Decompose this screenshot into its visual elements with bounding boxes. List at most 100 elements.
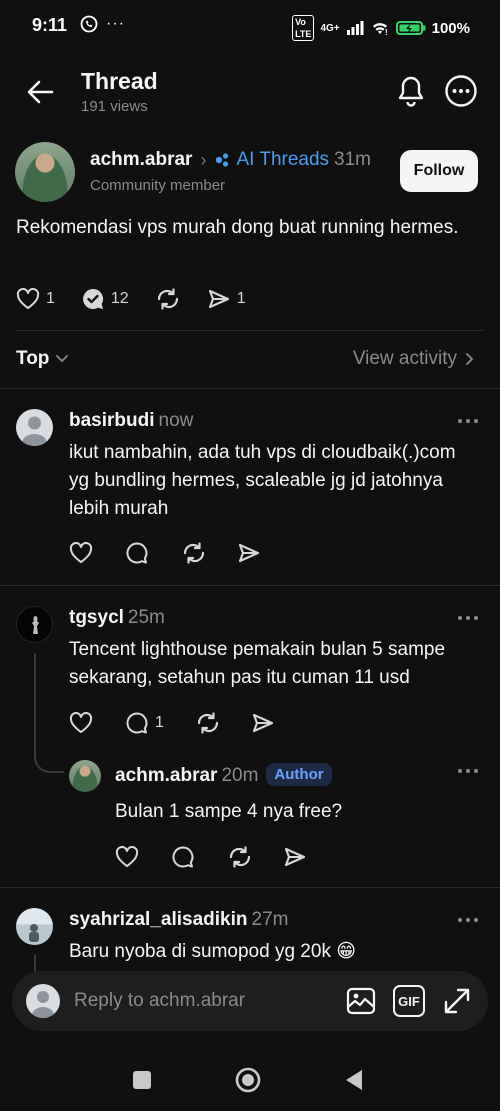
sort-label: Top [16, 348, 50, 369]
reply-count: 12 [110, 290, 129, 307]
divider [0, 887, 500, 888]
reply-count: 1 [155, 714, 164, 731]
reply-text: Baru nyoba di sumopod yg 20k 😁 [69, 941, 357, 962]
network-type: 4G+ [320, 22, 340, 34]
wifi-icon: ! [372, 23, 387, 36]
repost-button[interactable] [155, 287, 181, 311]
share-button[interactable] [251, 712, 307, 734]
reply-time: now [158, 410, 194, 431]
author-badge: Author [266, 763, 332, 786]
reply-actions: 1 [69, 711, 307, 735]
topic-label: AI Threads [236, 149, 330, 170]
signal-icon [346, 21, 364, 35]
comment-icon [126, 712, 148, 734]
chevron-right-icon [466, 353, 474, 365]
share-button[interactable] [237, 542, 293, 564]
reply-author[interactable]: basirbudi now [69, 410, 193, 432]
view-count: 191 views [81, 98, 148, 115]
reply-input[interactable] [74, 985, 274, 1017]
repost-icon [197, 712, 219, 734]
topic-link[interactable]: AI Threads [214, 149, 329, 171]
post-author[interactable]: achm.abrar [90, 149, 192, 171]
reply-text: Bulan 1 sampe 4 nya free? [115, 801, 343, 822]
screen: 9:11 ··· Vo LTE 4G+ ! 100% Thread 191 vie… [0, 0, 500, 1111]
like-button[interactable] [69, 542, 125, 564]
post-actions: 1 12 1 [16, 287, 272, 311]
author-role: Community member [90, 177, 226, 194]
battery-level: 100% [431, 19, 470, 37]
topic-dots-icon [216, 153, 229, 167]
reply-composer: GIF [12, 971, 488, 1031]
bell-icon[interactable] [396, 74, 426, 108]
battery-icon [395, 21, 426, 35]
avatar-figure-icon [32, 616, 39, 634]
repost-button[interactable] [195, 711, 251, 735]
reply-time: 25m [127, 607, 165, 628]
more-icon[interactable] [456, 915, 480, 925]
divider [0, 585, 500, 586]
repost-button[interactable] [227, 845, 283, 869]
header: Thread 191 views [0, 58, 500, 128]
heart-icon [69, 542, 93, 563]
status-time: 9:11 [32, 15, 68, 35]
more-notifications-icon: ··· [106, 15, 125, 32]
avatar[interactable] [16, 409, 53, 446]
title-block: Thread 191 views [81, 68, 158, 115]
image-icon[interactable] [345, 985, 377, 1017]
more-options-icon[interactable] [444, 74, 478, 108]
reply-actions [69, 541, 293, 565]
repost-icon [229, 846, 251, 868]
home-icon[interactable] [234, 1066, 262, 1094]
reply-button[interactable] [171, 845, 227, 869]
system-nav-bar [0, 1050, 500, 1111]
more-icon[interactable] [456, 613, 480, 623]
repost-button[interactable] [181, 541, 237, 565]
gif-button[interactable]: GIF [393, 985, 425, 1017]
status-bar: 9:11 ··· Vo LTE 4G+ ! 100% [0, 0, 500, 52]
sort-dropdown[interactable]: Top [16, 348, 69, 370]
more-icon[interactable] [456, 766, 480, 776]
expand-icon[interactable] [441, 985, 473, 1017]
follow-button[interactable]: Follow [400, 150, 478, 192]
repost-icon [183, 542, 205, 564]
like-button[interactable] [115, 846, 171, 868]
share-icon [208, 289, 229, 309]
thread-line [34, 653, 36, 753]
reply-button[interactable] [125, 541, 181, 565]
reply-author[interactable]: tgsycl 25m [69, 607, 165, 629]
reply-button[interactable]: 1 [125, 711, 195, 735]
page-title: Thread [81, 68, 158, 94]
chevron-down-icon [56, 355, 69, 363]
post-text: Rekomendasi vps murah dong buat running … [16, 217, 459, 238]
like-button[interactable] [69, 712, 125, 734]
whatsapp-icon [80, 15, 98, 33]
heart-icon [16, 288, 40, 309]
sort-bar: Top View activity [16, 348, 484, 374]
status-left-icons: ··· [80, 15, 125, 33]
share-count: 1 [236, 290, 246, 307]
avatar[interactable] [69, 760, 101, 792]
reply-author-name: achm.abrar [115, 765, 218, 786]
like-button[interactable]: 1 [16, 288, 55, 310]
reply-text: ikut nambahin, ada tuh vps di cloudbaik(… [69, 442, 456, 519]
reply-author[interactable]: syahrizal_alisadikin 27m [69, 909, 288, 931]
recent-apps-icon[interactable] [128, 1066, 156, 1094]
replied-check-icon [82, 288, 103, 309]
back-arrow-icon[interactable] [22, 74, 58, 110]
reply-time: 27m [251, 909, 289, 930]
reply-author[interactable]: achm.abrar 20m Author [115, 763, 332, 787]
share-button[interactable] [283, 846, 339, 868]
avatar[interactable] [15, 142, 75, 202]
more-icon[interactable] [456, 416, 480, 426]
gif-label: GIF [398, 993, 420, 1009]
status-right: Vo LTE 4G+ ! 100% [292, 15, 470, 41]
view-activity-link[interactable]: View activity [353, 348, 474, 370]
back-icon[interactable] [340, 1066, 368, 1094]
reply-actions [115, 845, 339, 869]
repost-icon [157, 288, 178, 310]
reply-button[interactable]: 12 [81, 287, 129, 311]
avatar[interactable] [16, 908, 53, 945]
share-button[interactable]: 1 [207, 288, 246, 310]
chevron-right-icon: › [200, 149, 207, 170]
avatar[interactable] [16, 606, 53, 643]
